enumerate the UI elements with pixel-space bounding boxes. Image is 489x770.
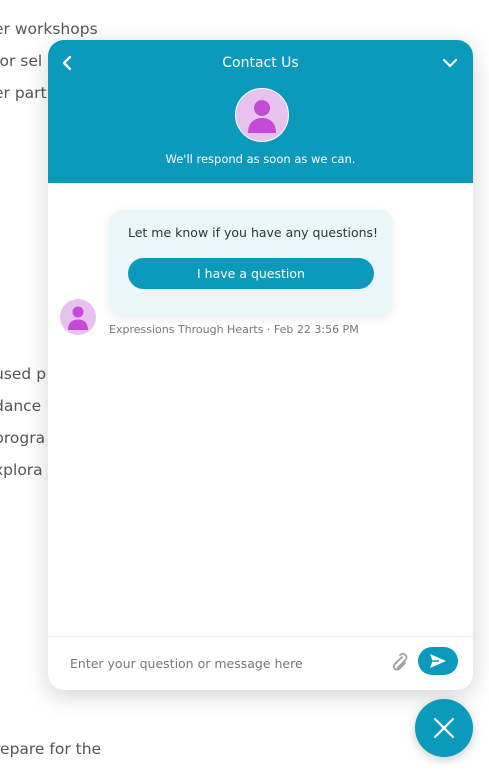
agent-avatar <box>234 88 289 142</box>
message-avatar <box>60 299 96 335</box>
chevron-down-icon <box>442 58 458 68</box>
message-meta: Expressions Through Hearts · Feb 22 3:56… <box>109 323 359 336</box>
message-text: Let me know if you have any questions! <box>128 225 379 240</box>
background-text-line: used p <box>0 365 47 383</box>
background-text-line: for sel <box>0 52 43 70</box>
message-bubble: Let me know if you have any questions! I… <box>109 210 393 316</box>
send-icon <box>430 654 446 668</box>
message-input[interactable] <box>68 647 372 679</box>
background-text-line: repare for the <box>0 740 102 758</box>
paperclip-icon <box>393 652 408 671</box>
background-text-line: er workshops <box>0 20 98 38</box>
chat-title: Contact Us <box>222 55 299 71</box>
composer <box>48 636 473 690</box>
chat-header: Contact Us We'll respond as soon as we c… <box>48 40 473 183</box>
user-icon <box>68 306 88 330</box>
collapse-button[interactable] <box>441 54 459 72</box>
close-icon <box>433 717 455 739</box>
attach-button[interactable] <box>388 651 408 673</box>
chat-widget: Contact Us We'll respond as soon as we c… <box>48 40 473 690</box>
close-chat-button[interactable] <box>415 699 473 757</box>
quick-reply-button[interactable]: I have a question <box>128 258 374 289</box>
background-text-line: progra <box>0 429 46 447</box>
send-button[interactable] <box>418 647 458 675</box>
user-icon <box>247 100 276 133</box>
message-list: Let me know if you have any questions! I… <box>48 183 473 636</box>
background-text-line: er part <box>0 84 47 102</box>
background-text-line: dance <box>0 397 42 415</box>
chat-subtitle: We'll respond as soon as we can. <box>165 152 356 166</box>
background-text-line: xplora <box>0 461 43 479</box>
